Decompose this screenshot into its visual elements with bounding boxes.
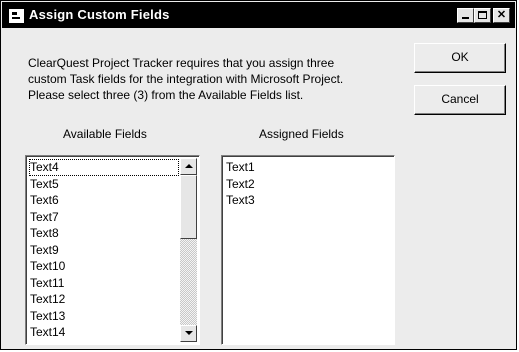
window-title: Assign Custom Fields [29, 7, 170, 22]
available-list-scrollbar[interactable] [180, 158, 197, 342]
message-line-1: ClearQuest Project Tracker requires that… [28, 56, 335, 70]
scroll-up-button[interactable] [180, 158, 197, 175]
list-item[interactable]: Text2 [225, 176, 391, 193]
arrow-up-icon [185, 164, 193, 168]
list-item[interactable]: Text10 [29, 258, 179, 275]
maximize-button[interactable] [474, 8, 491, 23]
ok-button[interactable]: OK [414, 43, 506, 73]
list-item[interactable]: Text11 [29, 275, 179, 292]
title-bar[interactable]: Assign Custom Fields ✕ [2, 2, 515, 28]
assign-custom-fields-dialog: Assign Custom Fields ✕ ClearQuest Projec… [0, 0, 517, 350]
assigned-fields-list[interactable]: Text1 Text2 Text3 [221, 155, 395, 345]
list-item[interactable]: Text6 [29, 192, 179, 209]
list-item[interactable]: Text13 [29, 308, 179, 325]
message-line-3: Please select three (3) from the Availab… [28, 88, 304, 102]
close-icon: ✕ [496, 9, 507, 21]
list-item[interactable]: Text7 [29, 209, 179, 226]
list-item[interactable]: Text5 [29, 176, 179, 193]
minimize-icon [462, 17, 469, 19]
instruction-message: ClearQuest Project Tracker requires that… [28, 55, 408, 103]
list-item[interactable]: Text9 [29, 242, 179, 259]
message-line-2: custom Task fields for the integration w… [28, 72, 344, 86]
scroll-down-button[interactable] [180, 325, 197, 342]
minimize-button[interactable] [457, 8, 474, 23]
list-item[interactable]: Text12 [29, 291, 179, 308]
maximize-icon [478, 11, 487, 19]
list-item[interactable]: Text4 [29, 159, 179, 176]
available-fields-label: Available Fields [63, 127, 147, 141]
available-fields-items: Text4 Text5 Text6 Text7 Text8 Text9 Text… [29, 159, 179, 341]
app-window-icon[interactable] [9, 9, 24, 23]
scroll-thumb[interactable] [180, 175, 197, 239]
close-button[interactable]: ✕ [493, 8, 510, 23]
cancel-button[interactable]: Cancel [414, 85, 506, 115]
available-fields-list[interactable]: Text4 Text5 Text6 Text7 Text8 Text9 Text… [25, 155, 200, 345]
assigned-fields-items: Text1 Text2 Text3 [225, 159, 391, 209]
list-item[interactable]: Text1 [225, 159, 391, 176]
list-item[interactable]: Text3 [225, 192, 391, 209]
assigned-fields-label: Assigned Fields [259, 127, 344, 141]
list-item[interactable]: Text14 [29, 324, 179, 341]
arrow-down-icon [185, 331, 193, 335]
list-item[interactable]: Text8 [29, 225, 179, 242]
